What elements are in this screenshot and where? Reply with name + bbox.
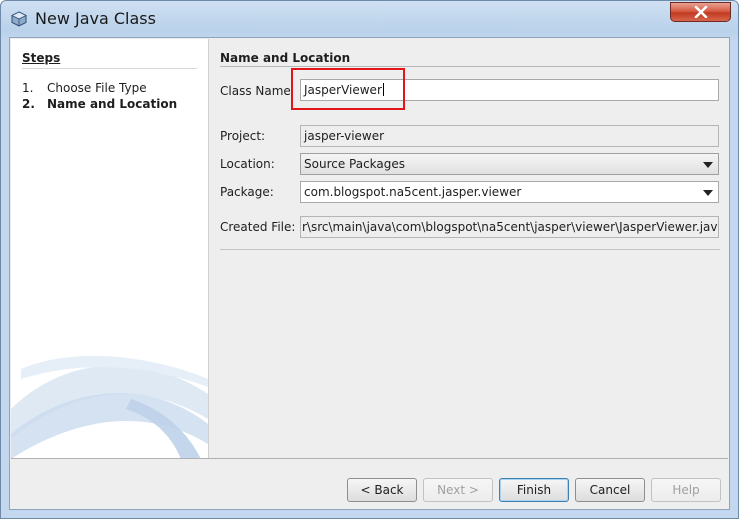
location-dropdown[interactable]: Source Packages <box>300 153 719 175</box>
location-label: Location: <box>220 157 275 171</box>
package-combobox[interactable]: com.blogspot.na5cent.jasper.viewer <box>300 181 719 203</box>
panel-divider <box>208 39 209 458</box>
next-button[interactable]: Next > <box>423 478 493 502</box>
created-file-value: r\src\main\java\com\blogspot\na5cent\jas… <box>302 220 719 234</box>
dialog-content: Steps 1. Choose File Type 2. Name and Loca… <box>9 37 730 510</box>
created-file-label: Created File: <box>220 220 296 234</box>
step-label: Name and Location <box>47 97 178 111</box>
finish-button[interactable]: Finish <box>499 478 569 502</box>
new-java-class-dialog: New Java Class Steps 1. Choose File Type … <box>0 0 739 519</box>
created-file-field[interactable]: r\src\main\java\com\blogspot\na5cent\jas… <box>300 216 719 238</box>
form-heading-divider <box>220 66 720 67</box>
step-label: Choose File Type <box>47 81 147 95</box>
location-value: Source Packages <box>304 157 406 171</box>
class-name-highlight-box <box>291 68 405 110</box>
project-value: jasper-viewer <box>304 129 385 143</box>
chevron-down-icon <box>703 162 713 168</box>
step-number: 1. <box>22 81 34 95</box>
package-value: com.blogspot.na5cent.jasper.viewer <box>304 185 522 199</box>
steps-divider <box>22 68 197 69</box>
class-name-label: Class Name <box>220 84 291 98</box>
package-label: Package: <box>220 185 274 199</box>
form-heading: Name and Location <box>220 51 351 65</box>
steps-heading: Steps <box>22 51 61 65</box>
window-title: New Java Class <box>35 9 156 28</box>
form-bottom-divider <box>220 249 720 250</box>
cancel-button[interactable]: Cancel <box>575 478 645 502</box>
step-item-choose-file-type: 1. Choose File Type <box>22 81 147 95</box>
step-number: 2. <box>22 97 35 111</box>
netbeans-watermark-graphic <box>11 355 208 458</box>
help-button[interactable]: Help <box>651 478 721 502</box>
project-field: jasper-viewer <box>300 125 719 147</box>
project-label: Project: <box>220 129 266 143</box>
chevron-down-icon <box>703 190 713 196</box>
title-bar[interactable]: New Java Class <box>1 1 738 37</box>
back-button[interactable]: < Back <box>347 478 417 502</box>
close-button[interactable] <box>670 2 731 22</box>
close-icon <box>694 6 708 18</box>
steps-panel: Steps 1. Choose File Type 2. Name and Loca… <box>11 39 208 458</box>
java-class-icon <box>11 11 27 27</box>
button-bar-divider <box>11 458 728 459</box>
step-item-name-and-location: 2. Name and Location <box>22 97 177 111</box>
